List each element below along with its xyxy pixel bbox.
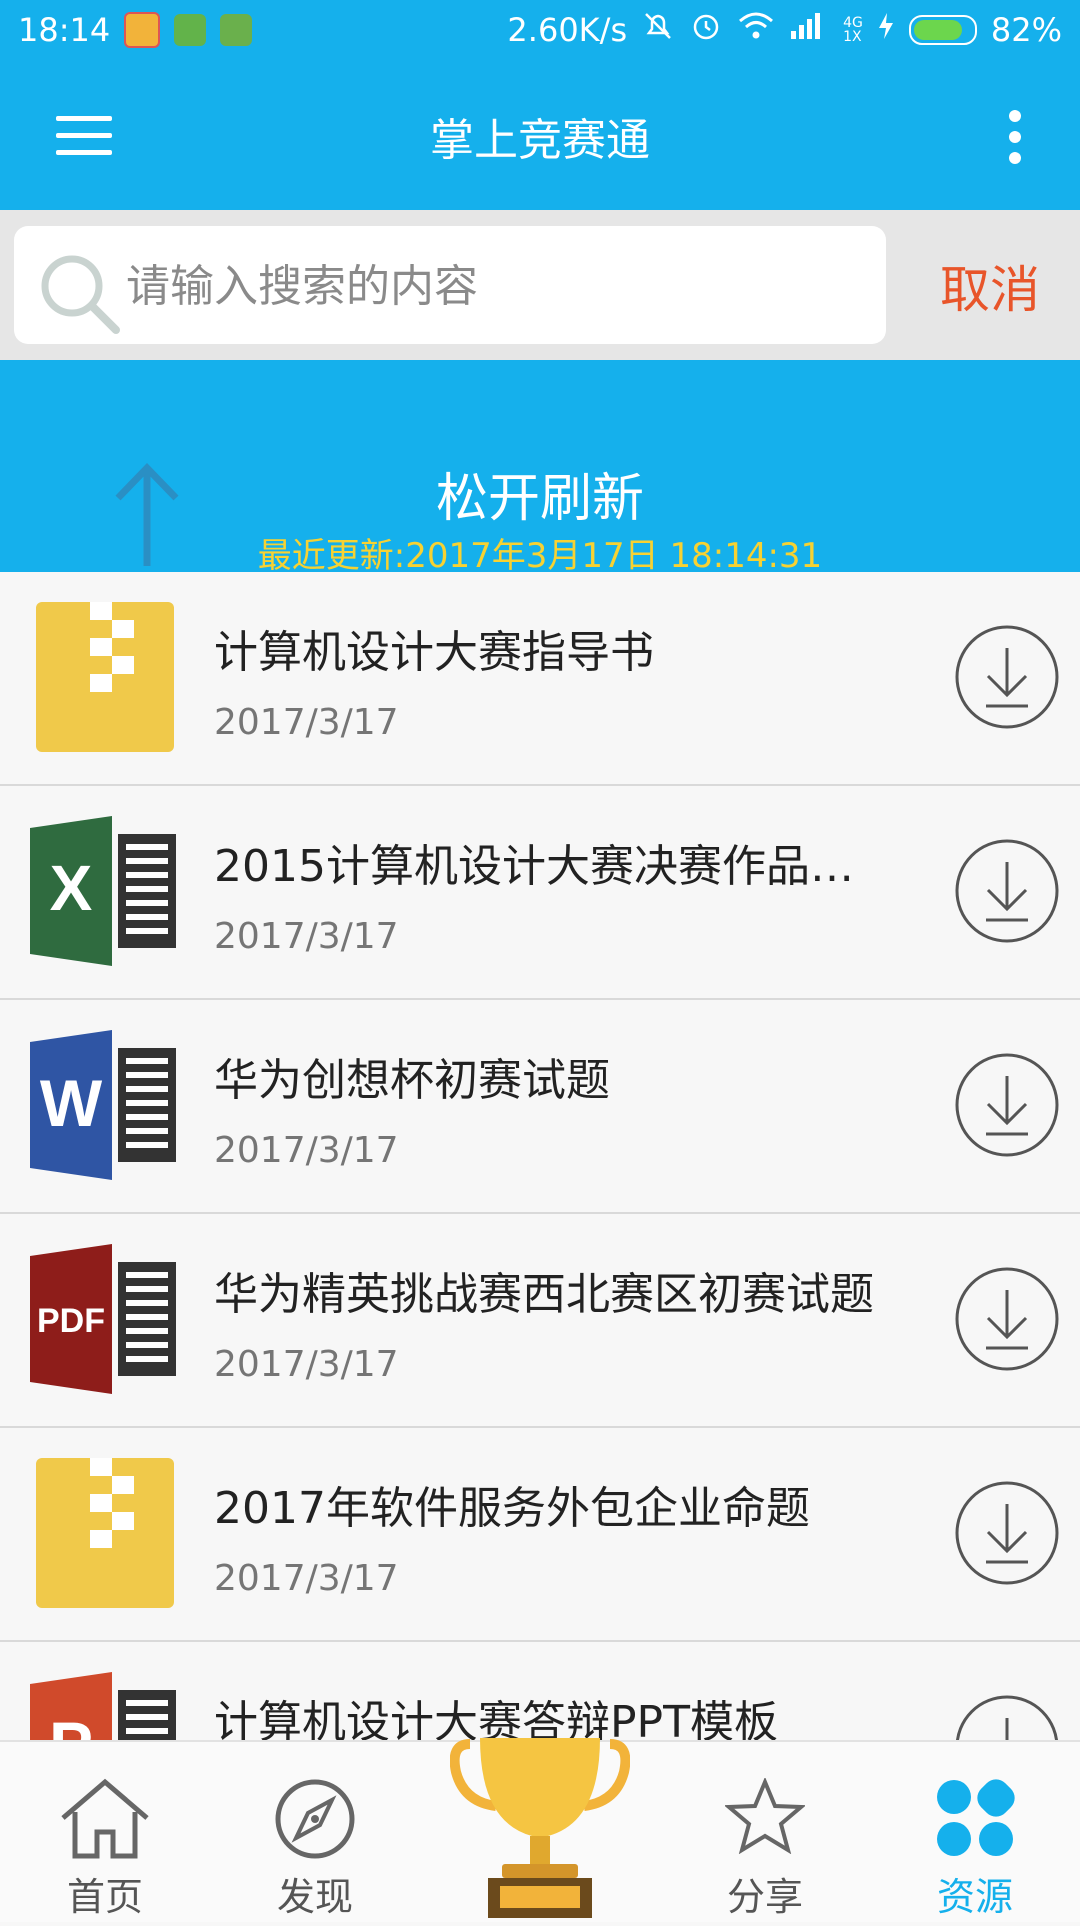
status-left: 18:14: [18, 0, 253, 60]
download-button[interactable]: [954, 1266, 1060, 1372]
more-vertical-icon[interactable]: [1000, 110, 1030, 166]
battery-icon: [908, 15, 977, 45]
network-type: 4G 1X: [843, 16, 863, 44]
trophy-icon[interactable]: [449, 1732, 631, 1922]
wifi-icon: [737, 11, 775, 49]
file-date: 2017/3/17: [214, 916, 399, 957]
excel-file-icon: X: [28, 816, 178, 966]
nav-resources[interactable]: 资源: [885, 1742, 1065, 1922]
cancel-button[interactable]: 取消: [900, 250, 1080, 322]
ppt-letter: P: [49, 1708, 93, 1740]
alarm-icon: [689, 9, 723, 51]
refresh-header: 松开刷新 最近更新:2017年3月17日 18:14:31: [0, 360, 1080, 576]
list-item[interactable]: X 2015计算机设计大赛决赛作品获... 2017/3/17: [0, 786, 1080, 1001]
list-item[interactable]: 计算机设计大赛指导书 2017/3/17: [0, 572, 1080, 787]
compass-icon: [274, 1778, 356, 1864]
download-button[interactable]: [954, 1480, 1060, 1586]
battery-percent: 82%: [990, 11, 1062, 49]
file-date: 2017/3/17: [214, 1558, 399, 1599]
signal-icon: [789, 11, 829, 49]
list-item[interactable]: P 计算机设计大赛答辩PPT模板: [0, 1642, 1080, 1740]
download-button[interactable]: [954, 838, 1060, 944]
status-bar: 18:14 2.60K/s 4G 1X 82%: [0, 0, 1080, 60]
app-bar: 掌上竞赛通: [0, 60, 1080, 210]
nav-label: 分享: [726, 1875, 803, 1919]
nav-label: 发现: [276, 1875, 353, 1919]
list-item[interactable]: 2017年软件服务外包企业命题 2017/3/17: [0, 1428, 1080, 1643]
list-item[interactable]: PDF 华为精英挑战赛西北赛区初赛试题 2017/3/17: [0, 1214, 1080, 1429]
status-right: 2.60K/s 4G 1X 82%: [507, 0, 1062, 60]
list-item[interactable]: W 华为创想杯初赛试题 2017/3/17: [0, 1000, 1080, 1215]
file-date: 2017/3/17: [214, 1344, 399, 1385]
status-time: 18:14: [18, 11, 111, 49]
refresh-last-updated: 最近更新:2017年3月17日 18:14:31: [257, 536, 823, 576]
search-input[interactable]: [124, 246, 868, 326]
home-icon: [57, 1778, 153, 1864]
search-box[interactable]: [14, 226, 886, 344]
nav-label: 资源: [936, 1875, 1013, 1919]
refresh-title: 松开刷新: [435, 469, 644, 529]
nav-share[interactable]: 分享: [675, 1742, 855, 1922]
page-title: 掌上竞赛通: [430, 115, 650, 166]
bottom-nav: 首页 发现 分享 资源: [0, 1738, 1080, 1922]
file-name: 2015计算机设计大赛决赛作品获...: [214, 841, 894, 892]
file-name: 华为创想杯初赛试题: [214, 1055, 610, 1106]
download-icon: [955, 625, 1059, 729]
file-date: 2017/3/17: [214, 702, 399, 743]
charging-icon: [877, 11, 895, 49]
zip-file-icon: [28, 1458, 178, 1608]
file-name: 计算机设计大赛指导书: [214, 627, 654, 678]
app-notification-icon: [124, 12, 161, 48]
download-icon: [955, 1481, 1059, 1585]
resources-grid-icon: [935, 1778, 1015, 1862]
download-icon: [955, 1695, 1059, 1740]
search-bar: 取消: [0, 210, 1080, 360]
nav-discover[interactable]: 发现: [225, 1742, 405, 1922]
file-list[interactable]: 计算机设计大赛指导书 2017/3/17 X 2015计算机设计大赛决赛作品获.…: [0, 572, 1080, 1740]
pdf-letter: PDF: [37, 1302, 105, 1340]
word-file-icon: W: [28, 1030, 178, 1180]
network-type-bottom: 1X: [843, 29, 862, 45]
nav-home[interactable]: 首页: [15, 1742, 195, 1922]
pdf-file-icon: PDF: [28, 1244, 178, 1394]
download-icon: [955, 1053, 1059, 1157]
word-letter: W: [40, 1066, 103, 1140]
network-speed: 2.60K/s: [507, 11, 628, 49]
zip-file-icon: [28, 602, 178, 752]
file-name: 华为精英挑战赛西北赛区初赛试题: [214, 1269, 874, 1320]
ppt-file-icon: P: [28, 1672, 178, 1740]
download-button[interactable]: [954, 624, 1060, 730]
download-button[interactable]: [954, 1052, 1060, 1158]
file-name: 2017年软件服务外包企业命题: [214, 1483, 810, 1534]
android-notification-icon: [220, 14, 253, 46]
excel-letter: X: [50, 852, 93, 924]
mute-icon: [641, 9, 675, 51]
download-button[interactable]: [954, 1694, 1060, 1740]
file-date: 2017/3/17: [214, 1130, 399, 1171]
network-type-top: 4G: [843, 15, 863, 31]
star-icon: [723, 1776, 807, 1858]
search-icon: [36, 250, 126, 344]
battery-notification-icon: [174, 14, 207, 46]
download-icon: [955, 1267, 1059, 1371]
nav-label: 首页: [66, 1875, 143, 1919]
download-icon: [955, 839, 1059, 943]
